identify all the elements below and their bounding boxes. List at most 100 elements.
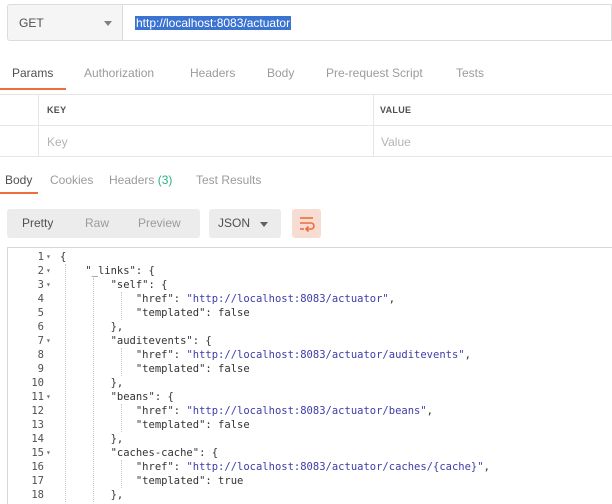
value-input[interactable]: Value — [381, 135, 411, 149]
tab-tests[interactable]: Tests — [456, 66, 484, 80]
code-text: "templated": false — [135, 307, 250, 319]
code-text: "templated": false — [135, 363, 250, 375]
fold-toggle-icon[interactable]: ▾ — [46, 250, 51, 264]
code-text: "templated": true — [135, 475, 244, 487]
pretty-button[interactable]: Pretty — [22, 216, 53, 230]
line-number: 18 — [31, 489, 44, 501]
divider — [0, 156, 612, 157]
code-text: { — [60, 251, 67, 263]
format-select[interactable]: JSON — [209, 209, 281, 238]
line-number: 1 — [37, 251, 44, 263]
method-select[interactable]: GET — [7, 4, 123, 41]
code-line: 3 ▾ "self": { — [8, 278, 612, 292]
tab-response-headers-label: Headers — [109, 173, 155, 187]
divider — [38, 94, 39, 157]
code-line: 5 "templated": false — [8, 306, 612, 320]
url-input[interactable]: http://localhost:8083/actuator — [123, 4, 612, 41]
line-number: 6 — [37, 321, 44, 333]
code-line: 15 ▾ "caches-cache": { — [8, 446, 612, 460]
fold-toggle-icon[interactable]: ▾ — [46, 334, 51, 348]
line-number: 15 — [31, 447, 44, 459]
line-number: 7 — [37, 335, 44, 347]
format-label: JSON — [218, 216, 251, 230]
chevron-down-icon — [104, 21, 112, 26]
code-text: "auditevents": { — [110, 335, 212, 347]
line-number: 17 — [31, 475, 44, 487]
code-text: "templated": false — [135, 419, 250, 431]
code-line: 18 }, — [8, 488, 612, 502]
code-text: }, — [60, 377, 124, 389]
line-number: 12 — [31, 405, 44, 417]
key-column-header: KEY — [47, 105, 67, 115]
tab-params[interactable]: Params — [12, 66, 53, 80]
headers-count-badge: (3) — [157, 173, 173, 187]
chevron-down-icon — [260, 222, 268, 227]
line-number: 14 — [31, 433, 44, 445]
fold-toggle-icon[interactable]: ▾ — [46, 278, 51, 292]
divider — [373, 94, 374, 157]
line-number: 16 — [31, 461, 44, 473]
tab-authorization[interactable]: Authorization — [84, 66, 154, 80]
wrap-lines-button[interactable] — [292, 209, 321, 238]
line-number: 11 — [31, 391, 44, 403]
code-text: "_links": { — [85, 265, 155, 277]
code-text: "beans": { — [110, 391, 174, 403]
value-column-header: VALUE — [380, 105, 412, 115]
code-line: 13 "templated": false — [8, 418, 612, 432]
tab-headers[interactable]: Headers — [190, 66, 235, 80]
response-body-viewer[interactable]: 1 ▾{2 ▾ "_links": {3 ▾ "self": {4 "href": "… — [7, 247, 612, 504]
code-line: 1 ▾ { — [8, 250, 612, 264]
view-mode-toggle: Pretty Raw Preview — [7, 209, 200, 238]
code-line: 4 "href": "http://localhost:8083/actuato… — [8, 292, 612, 306]
fold-toggle-icon[interactable]: ▾ — [46, 264, 51, 278]
line-number: 9 — [37, 363, 44, 375]
line-number: 13 — [31, 419, 44, 431]
tab-pre-request-script[interactable]: Pre-request Script — [326, 66, 423, 80]
code-text: "href": "http://localhost:8083/actuator/… — [135, 405, 433, 417]
line-number: 4 — [37, 293, 44, 305]
line-number: 3 — [37, 279, 44, 291]
code-text: "caches-cache": { — [110, 447, 219, 459]
active-tab-underline — [0, 88, 66, 90]
code-line: 16 "href": "http://localhost:8083/actuat… — [8, 460, 612, 474]
code-line: 17 "templated": true — [8, 474, 612, 488]
code-text: }, — [60, 433, 124, 445]
tab-response-headers[interactable]: Headers (3) — [109, 173, 172, 187]
code-line: 6 }, — [8, 320, 612, 334]
params-table: KEY VALUE Key Value — [0, 94, 612, 157]
line-number: 10 — [31, 377, 44, 389]
response-tabs: Body Cookies Headers (3) Test Results — [0, 172, 612, 192]
method-label: GET — [19, 16, 44, 30]
line-number: 8 — [37, 349, 44, 361]
tab-test-results[interactable]: Test Results — [196, 173, 261, 187]
code-text: "href": "http://localhost:8083/actuator/… — [135, 349, 471, 361]
request-bar: GET http://localhost:8083/actuator — [0, 0, 612, 48]
wrap-icon — [300, 217, 315, 233]
raw-button[interactable]: Raw — [85, 216, 109, 230]
code-text: "self": { — [110, 279, 168, 291]
code-text: }, — [60, 321, 124, 333]
code-text: "href": "http://localhost:8083/actuator/… — [135, 461, 490, 473]
code-line: 2 ▾ "_links": { — [8, 264, 612, 278]
fold-toggle-icon[interactable]: ▾ — [46, 446, 51, 460]
tab-cookies[interactable]: Cookies — [50, 173, 93, 187]
code-line: 9 "templated": false — [8, 362, 612, 376]
fold-toggle-icon[interactable]: ▾ — [46, 390, 51, 404]
preview-button[interactable]: Preview — [138, 216, 181, 230]
code-line: 11 ▾ "beans": { — [8, 390, 612, 404]
code-line: 12 "href": "http://localhost:8083/actuat… — [8, 404, 612, 418]
key-input[interactable]: Key — [47, 135, 68, 149]
code-text: }, — [60, 489, 124, 501]
code-line: 10 }, — [8, 376, 612, 390]
line-number: 5 — [37, 307, 44, 319]
divider — [0, 94, 612, 95]
tab-body[interactable]: Body — [267, 66, 294, 80]
code-line: 14 }, — [8, 432, 612, 446]
code-line: 7 ▾ "auditevents": { — [8, 334, 612, 348]
line-number: 2 — [37, 265, 44, 277]
active-response-tab-underline — [0, 192, 38, 194]
tab-response-body[interactable]: Body — [5, 173, 32, 187]
request-tabs: Params Authorization Headers Body Pre-re… — [0, 66, 612, 90]
divider — [0, 125, 612, 126]
code-line: 8 "href": "http://localhost:8083/actuato… — [8, 348, 612, 362]
